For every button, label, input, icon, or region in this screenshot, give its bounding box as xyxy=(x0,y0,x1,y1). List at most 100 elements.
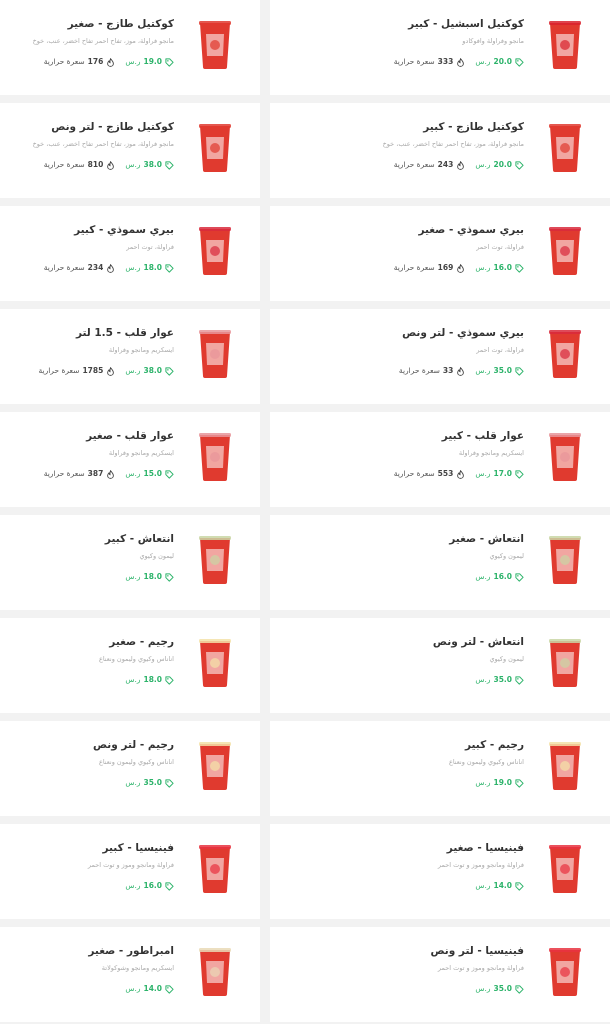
menu-item-card[interactable]: كوكتيل طازج - صغير مانجو فراولة، موز، تف… xyxy=(0,0,260,95)
item-name: عوار قلب - صغير xyxy=(86,430,174,442)
item-name: فينيسيا - لتر ونص xyxy=(430,945,524,957)
item-info: كوكتيل طازج - صغير مانجو فراولة، موز، تف… xyxy=(8,17,174,67)
calories-label: سعرة حرارية xyxy=(43,57,85,66)
menu-item-card[interactable]: بيري سموذي - صغير فراولة، توت احمر 16.0 … xyxy=(270,206,610,301)
menu-item-card[interactable]: رجيم - كبير اناناس وكيوي وليمون ونعناع 1… xyxy=(270,721,610,816)
price-value: 16.0 xyxy=(493,572,512,581)
menu-item-card[interactable]: عوار قلب - كبير ايسكريم ومانجو وفراولة 1… xyxy=(270,412,610,507)
drink-cup-image xyxy=(198,226,232,276)
price-tag-icon xyxy=(165,263,174,273)
price-value: 18.0 xyxy=(143,675,162,684)
item-price: 38.0 ر.س xyxy=(125,160,174,170)
item-description: مانجو فراولة، موز، تفاح احمر تفاح اخضر، … xyxy=(382,140,524,148)
item-description: اناناس وكيوي وليمون ونعناع xyxy=(98,758,174,766)
item-price: 18.0 ر.س xyxy=(125,572,174,582)
drink-cup-image xyxy=(548,947,582,997)
menu-item-card[interactable]: كوكتيل طازج - كبير مانجو فراولة، موز، تف… xyxy=(270,103,610,198)
flame-icon xyxy=(106,469,115,479)
item-info: انتعاش - صغير ليمون وكيوي 16.0 ر.س xyxy=(278,532,524,582)
item-info: بيري سموذي - صغير فراولة، توت احمر 16.0 … xyxy=(278,223,524,273)
calories-label: سعرة حرارية xyxy=(393,160,435,169)
item-meta: 19.0 ر.س xyxy=(278,778,524,788)
calories-value: 234 xyxy=(87,263,104,272)
item-calories: 1785 سعرة حرارية xyxy=(38,366,115,376)
item-calories: 234 سعرة حرارية xyxy=(44,263,116,273)
calories-value: 33 xyxy=(442,366,454,375)
price-tag-icon xyxy=(165,881,174,891)
price-value: 20.0 xyxy=(493,160,512,169)
item-price: 16.0 ر.س xyxy=(475,263,524,273)
item-meta: 18.0 ر.س xyxy=(8,675,174,685)
item-info: كوكتيل طازج - كبير مانجو فراولة، موز، تف… xyxy=(278,120,524,170)
item-price: 35.0 ر.س xyxy=(125,778,174,788)
item-description: مانجو فراولة، موز، تفاح احمر تفاح اخضر، … xyxy=(32,140,174,148)
price-tag-icon xyxy=(165,160,174,170)
price-value: 16.0 xyxy=(493,263,512,272)
item-price: 14.0 ر.س xyxy=(475,881,524,891)
currency-label: ر.س xyxy=(475,263,491,272)
menu-item-card[interactable]: فينيسيا - لتر ونص فراولة ومانجو وموز و ت… xyxy=(270,927,610,1022)
calories-label: سعرة حرارية xyxy=(43,160,85,169)
menu-item-card[interactable]: بيري سموذي - كبير فراولة، توت احمر 18.0 … xyxy=(0,206,260,301)
item-name: امبراطور - صغير xyxy=(88,945,174,957)
price-tag-icon xyxy=(515,984,524,994)
item-description: فراولة، توت احمر xyxy=(126,243,174,251)
item-description: اناناس وكيوي وليمون ونعناع xyxy=(448,758,524,766)
currency-label: ر.س xyxy=(475,572,491,581)
price-tag-icon xyxy=(515,675,524,685)
menu-item-card[interactable]: كوكتيل طازج - لتر ونص مانجو فراولة، موز،… xyxy=(0,103,260,198)
price-tag-icon xyxy=(165,57,174,67)
item-name: عوار قلب - 1.5 لتر xyxy=(75,327,174,339)
item-info: بيري سموذي - كبير فراولة، توت احمر 18.0 … xyxy=(8,223,174,273)
menu-item-card[interactable]: انتعاش - كبير ليمون وكيوي 18.0 ر.س xyxy=(0,515,260,610)
menu-item-card[interactable]: فينيسيا - صغير فراولة ومانجو وموز و توت … xyxy=(270,824,610,919)
item-meta: 35.0 ر.س 33 سعرة حرارية xyxy=(278,366,524,376)
calories-value: 243 xyxy=(437,160,454,169)
flame-icon xyxy=(456,366,465,376)
item-description: ايسكريم ومانجو وفراولة xyxy=(108,346,174,354)
item-description: ايسكريم ومانجو وفراولة xyxy=(108,449,174,457)
menu-item-card[interactable]: فينيسيا - كبير فراولة ومانجو وموز و توت … xyxy=(0,824,260,919)
item-name: بيري سموذي - لتر ونص xyxy=(402,327,524,339)
currency-label: ر.س xyxy=(125,160,141,169)
currency-label: ر.س xyxy=(475,366,491,375)
item-meta: 20.0 ر.س 243 سعرة حرارية xyxy=(278,160,524,170)
item-info: عوار قلب - 1.5 لتر ايسكريم ومانجو وفراول… xyxy=(8,326,174,376)
item-name: فينيسيا - كبير xyxy=(102,842,174,854)
item-meta: 15.0 ر.س 387 سعرة حرارية xyxy=(8,469,174,479)
item-meta: 14.0 ر.س xyxy=(278,881,524,891)
menu-item-card[interactable]: عوار قلب - 1.5 لتر ايسكريم ومانجو وفراول… xyxy=(0,309,260,404)
currency-label: ر.س xyxy=(125,366,141,375)
item-meta: 38.0 ر.س 1785 سعرة حرارية xyxy=(8,366,174,376)
menu-item-card[interactable]: رجيم - لتر ونص اناناس وكيوي وليمون ونعنا… xyxy=(0,721,260,816)
menu-item-card[interactable]: كوكتيل اسبشيل - كبير مانجو وفراولة وافوك… xyxy=(270,0,610,95)
currency-label: ر.س xyxy=(125,675,141,684)
flame-icon xyxy=(456,469,465,479)
menu-item-card[interactable]: عوار قلب - صغير ايسكريم ومانجو وفراولة 1… xyxy=(0,412,260,507)
price-tag-icon xyxy=(165,572,174,582)
item-name: عوار قلب - كبير xyxy=(441,430,524,442)
item-description: مانجو فراولة، موز، تفاح احمر تفاح اخضر، … xyxy=(32,37,174,45)
item-meta: 38.0 ر.س 810 سعرة حرارية xyxy=(8,160,174,170)
item-calories: 333 سعرة حرارية xyxy=(394,57,466,67)
item-name: انتعاش - لتر ونص xyxy=(432,636,524,648)
item-description: فراولة، توت احمر xyxy=(476,346,524,354)
calories-value: 553 xyxy=(437,469,454,478)
drink-cup-image xyxy=(198,741,232,791)
drink-cup-image xyxy=(198,123,232,173)
item-price: 16.0 ر.س xyxy=(125,881,174,891)
item-calories: 243 سعرة حرارية xyxy=(394,160,466,170)
price-tag-icon xyxy=(515,469,524,479)
menu-item-card[interactable]: رجيم - صغير اناناس وكيوي وليمون ونعناع 1… xyxy=(0,618,260,713)
menu-item-card[interactable]: امبراطور - صغير ايسكريم ومانجو وشوكولاتة… xyxy=(0,927,260,1022)
menu-item-card[interactable]: انتعاش - لتر ونص ليمون وكيوي 35.0 ر.س xyxy=(270,618,610,713)
drink-cup-image xyxy=(548,329,582,379)
item-info: انتعاش - كبير ليمون وكيوي 18.0 ر.س xyxy=(8,532,174,582)
drink-cup-image xyxy=(548,844,582,894)
menu-item-card[interactable]: انتعاش - صغير ليمون وكيوي 16.0 ر.س xyxy=(270,515,610,610)
price-tag-icon xyxy=(515,57,524,67)
menu-item-card[interactable]: بيري سموذي - لتر ونص فراولة، توت احمر 35… xyxy=(270,309,610,404)
flame-icon xyxy=(456,160,465,170)
currency-label: ر.س xyxy=(475,675,491,684)
price-tag-icon xyxy=(515,881,524,891)
